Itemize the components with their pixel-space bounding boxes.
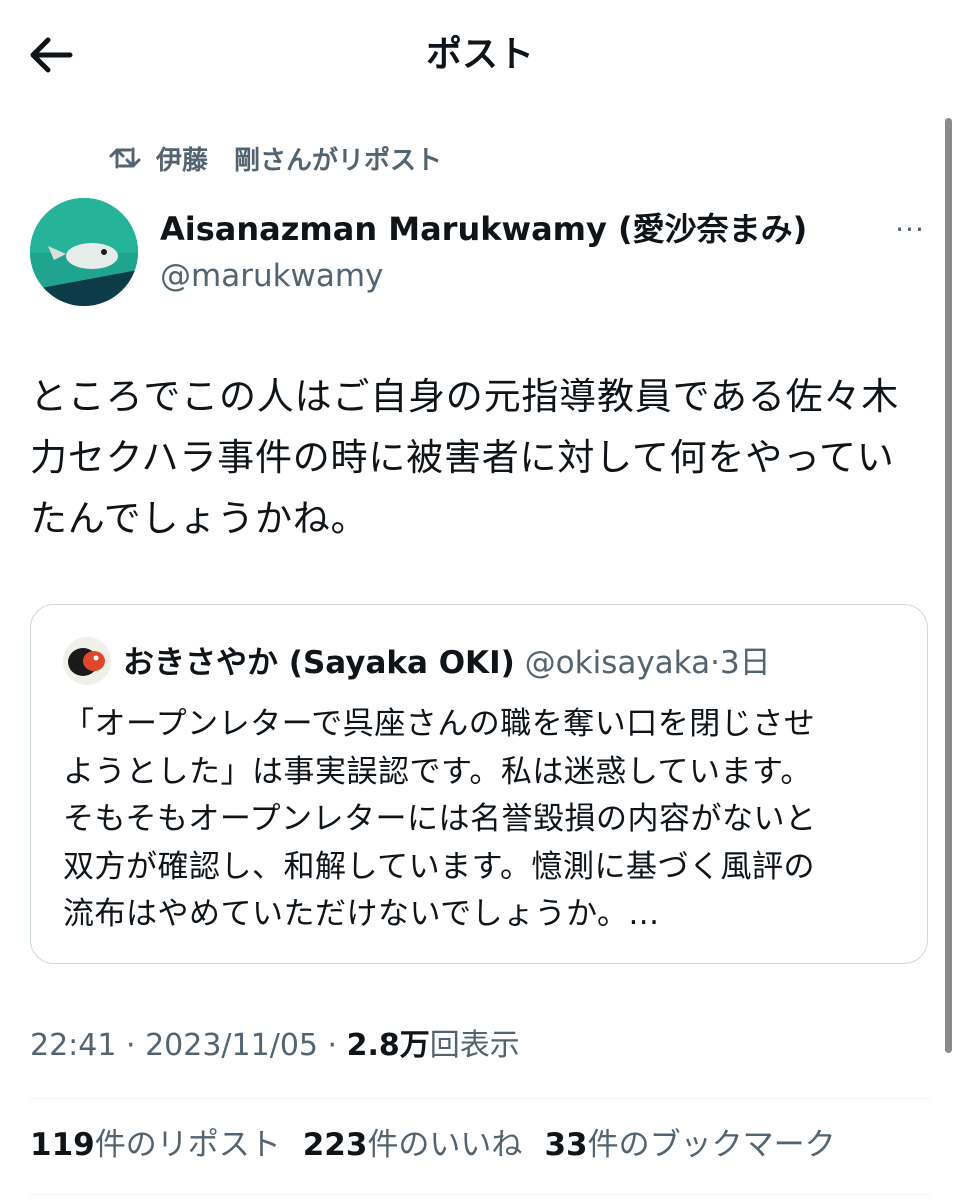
likes-stat[interactable]: 223件のいいね [303, 1127, 523, 1163]
reposts-label: 件のリポスト [94, 1127, 281, 1163]
reposts-count: 119 [30, 1127, 95, 1163]
repost-label: 伊藤 剛さんがリポスト [156, 145, 443, 176]
likes-count: 223 [302, 1127, 368, 1163]
page-title: ポスト [425, 34, 534, 75]
post-body-text: ところでこの人はご自身の元指導教員である佐々木 力セクハラ事件の時に被害者に対し… [30, 375, 900, 540]
more-options-button[interactable]: ··· [888, 212, 932, 248]
author-name[interactable]: Aisanazman Marukwamy (愛沙奈まみ) [160, 207, 807, 251]
author-avatar[interactable] [30, 198, 138, 306]
quoted-post-card[interactable]: おきさやか (Sayaka OKI) @okisayaka·3日 「オープンレタ… [30, 604, 928, 964]
author-handle[interactable]: @marukwamy [160, 254, 383, 298]
separator-dot: · [710, 645, 720, 681]
likes-label: 件のいいね [367, 1127, 523, 1163]
post-time[interactable]: 22:41 [30, 1028, 116, 1063]
bookmarks-label: 件のブックマーク [587, 1127, 836, 1163]
repost-icon [109, 147, 141, 169]
quoted-author-avatar[interactable] [63, 637, 111, 685]
separator-dot: · [116, 1028, 146, 1063]
repost-context[interactable]: 伊藤 剛さんがリポスト [108, 138, 442, 178]
post-date[interactable]: 2023/11/05 [145, 1028, 318, 1063]
divider [30, 1194, 930, 1195]
bookmarks-stat[interactable]: 33件のブックマーク [544, 1127, 835, 1163]
divider [30, 1098, 930, 1099]
bookmarks-count: 33 [544, 1127, 588, 1163]
view-count[interactable]: 2.8万 [347, 1028, 430, 1063]
post-meta: 22:41 · 2023/11/05 · 2.8万回表示 [30, 1024, 520, 1068]
quoted-avatar-image [63, 637, 111, 685]
reposts-stat[interactable]: 119件のリポスト [30, 1127, 281, 1163]
view-label: 回表示 [429, 1028, 520, 1063]
separator-dot: · [318, 1028, 347, 1063]
quoted-author-name[interactable]: おきさやか (Sayaka OKI) [123, 645, 515, 681]
engagement-stats: 119件のリポスト 223件のいいね 33件のブックマーク [30, 1122, 858, 1168]
top-bar: ポスト [0, 0, 960, 110]
avatar-image [30, 198, 138, 306]
quoted-post-time[interactable]: 3日 [720, 645, 771, 681]
quoted-post-header: おきさやか (Sayaka OKI) @okisayaka·3日 [123, 639, 771, 687]
quoted-author-handle[interactable]: @okisayaka [525, 645, 710, 681]
quoted-post-text: 「オープンレターで呉座さんの職を奪い口を閉じさせ ようとした」は事実誤認です。私… [63, 706, 817, 932]
scrollbar[interactable] [945, 118, 952, 1053]
